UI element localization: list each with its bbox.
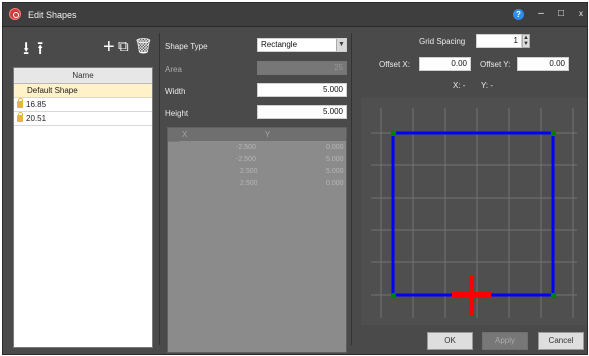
shape-type-select[interactable]: Rectangle ▼ <box>257 38 347 52</box>
vertex-handle[interactable] <box>391 293 396 298</box>
copy-icon[interactable]: ⧉ <box>118 38 129 56</box>
offset-y-label: Offset Y: <box>480 60 511 69</box>
width-label: Width <box>165 87 186 96</box>
title-bar: Edit Shapes ? – □ x <box>3 3 587 27</box>
coordinates-table[interactable]: X Y -2.500 0.000 -2.500 5.000 2.500 5.00… <box>167 127 347 353</box>
shape-preview-canvas[interactable] <box>361 97 587 325</box>
y-cell[interactable]: 5.000 <box>326 156 344 163</box>
import-icon[interactable]: ⭳ <box>23 39 29 57</box>
x-readout: X: - <box>453 81 466 90</box>
close-button[interactable]: x <box>574 7 588 21</box>
list-item-label: 20.51 <box>26 114 47 123</box>
x-cell[interactable]: -2.500 <box>236 144 256 151</box>
lock-icon <box>17 112 23 122</box>
height-input[interactable]: 5.000 <box>257 105 347 119</box>
table-row[interactable]: -2.500 5.000 <box>168 154 346 166</box>
y-readout: Y: - <box>481 81 494 90</box>
minimize-button[interactable]: – <box>534 7 548 21</box>
list-item-default-shape[interactable]: Default Shape <box>14 84 152 98</box>
table-row[interactable]: 2.500 0.000 <box>168 178 346 190</box>
offset-x-label: Offset X: <box>379 60 410 69</box>
x-cell[interactable]: 2.500 <box>240 180 258 187</box>
y-cell[interactable]: 0.000 <box>326 180 344 187</box>
name-column-header: Name <box>14 68 152 84</box>
edit-shapes-window: Edit Shapes ? – □ x ⭳ ⭱ + ⧉ 🗑 Name Defau… <box>2 2 588 355</box>
vertex-handle[interactable] <box>391 131 396 136</box>
area-field: 25 <box>257 61 347 75</box>
table-row[interactable]: 2.500 5.000 <box>168 166 346 178</box>
grid-spacing-input[interactable]: 1 <box>476 34 522 48</box>
shape-type-value: Rectangle <box>261 40 298 49</box>
y-cell[interactable]: 5.000 <box>326 168 344 175</box>
shape-type-label: Shape Type <box>165 42 208 51</box>
height-label: Height <box>165 109 189 118</box>
area-label: Area <box>165 65 182 74</box>
vertex-handle[interactable] <box>551 293 556 298</box>
list-item[interactable]: 16.85 <box>14 98 152 112</box>
export-icon[interactable]: ⭱ <box>37 39 43 57</box>
coordinates-table-header: X Y <box>168 128 346 141</box>
y-cell[interactable]: 0.000 <box>326 144 344 151</box>
x-cell[interactable]: -2.500 <box>236 156 256 163</box>
app-logo-icon <box>9 8 21 20</box>
help-icon[interactable]: ? <box>513 9 524 20</box>
delete-icon[interactable]: 🗑 <box>134 38 153 56</box>
lock-icon <box>17 98 23 108</box>
grid-spacing-label: Grid Spacing <box>419 37 466 46</box>
offset-y-input[interactable]: 0.00 <box>517 57 569 71</box>
x-cell[interactable]: 2.500 <box>240 168 258 175</box>
x-column-header: X <box>182 130 188 139</box>
window-title: Edit Shapes <box>28 10 77 20</box>
offset-x-input[interactable]: 0.00 <box>419 57 471 71</box>
list-item-label: Default Shape <box>27 86 78 95</box>
width-input[interactable]: 5.000 <box>257 83 347 97</box>
list-item-label: 16.85 <box>26 100 47 109</box>
maximize-button[interactable]: □ <box>554 7 568 21</box>
vertex-handle[interactable] <box>551 131 556 136</box>
cancel-button[interactable]: Cancel <box>538 332 584 350</box>
table-row[interactable]: -2.500 0.000 <box>168 142 346 154</box>
chevron-down-icon[interactable]: ▼ <box>336 39 346 51</box>
shape-preview-svg <box>371 108 577 318</box>
grid-spacing-stepper[interactable]: ▲ ▼ <box>522 34 530 48</box>
list-item[interactable]: 20.51 <box>14 112 152 126</box>
apply-button[interactable]: Apply <box>482 332 528 350</box>
ok-button[interactable]: OK <box>427 332 473 350</box>
add-icon[interactable]: + <box>103 37 115 57</box>
rectangle-shape[interactable] <box>391 131 555 297</box>
origin-marker-icon <box>452 275 491 316</box>
y-column-header: Y <box>265 130 271 139</box>
shape-list: Name Default Shape 16.85 20.51 <box>13 67 153 348</box>
